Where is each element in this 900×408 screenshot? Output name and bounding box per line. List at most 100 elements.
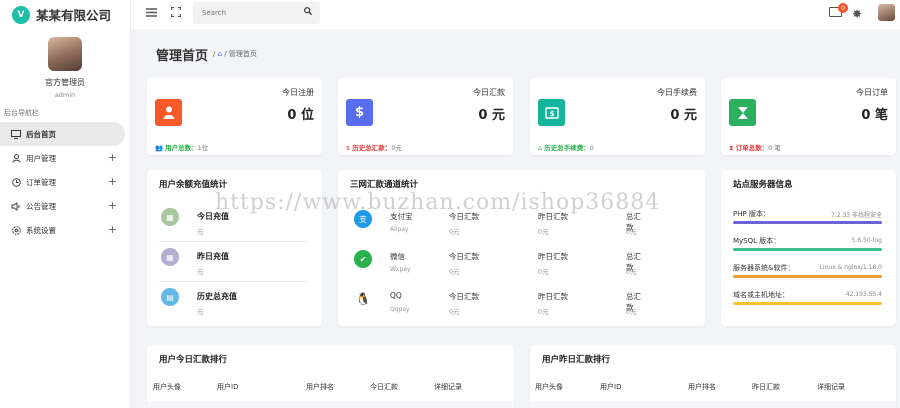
recharge-label: 历史总充值 [197, 292, 237, 301]
server-row: 服务器系统&软件： Linux & nginx/1.18.0 [733, 263, 882, 285]
svg-text:$: $ [549, 110, 554, 118]
recharge-value: 元 [197, 268, 204, 276]
breadcrumb-sep: / [224, 50, 227, 58]
search-icon[interactable] [304, 7, 313, 17]
channel-yest-value: 0元 [538, 228, 549, 236]
header-avatar[interactable] [878, 4, 895, 21]
stat-sub: $ 历史总汇款：0元 [346, 142, 402, 152]
menu-toggle-icon[interactable] [146, 7, 157, 20]
nav-item-orders[interactable]: 订单管理 + [0, 170, 130, 194]
stat-sub-key: 订单总数： [735, 144, 769, 152]
stat-value: 0 笔 [861, 108, 888, 123]
search-input[interactable] [193, 2, 293, 24]
stat-label: 今日订单 [856, 88, 888, 97]
calendar-icon: ▦ [161, 208, 179, 226]
page-title: 管理首页 [156, 49, 209, 64]
recharge-item: ▤ 历史总充值 元 [159, 282, 309, 322]
server-bar [733, 302, 882, 305]
channel-yest-label: 昨日汇款 [538, 252, 568, 261]
nav-section-label: 后台导航栏 [4, 109, 39, 117]
stat-value: 0 位 [287, 108, 314, 123]
yesterday-rank-title: 用户昨日汇款排行 [542, 355, 611, 365]
server-value: 42.193.55.4 [845, 291, 882, 298]
table-header-cell: 用户ID [600, 383, 622, 391]
dollar-small-icon: $ [346, 144, 351, 152]
server-bar [733, 221, 882, 224]
table-header-cell: 用户排名 [688, 383, 716, 391]
today-rank-title: 用户今日汇款排行 [159, 355, 228, 365]
expand-plus-icon[interactable]: + [108, 223, 117, 236]
channels-title: 三网汇款通道统计 [350, 180, 419, 190]
monitor-icon [11, 129, 21, 139]
channel-yest-value: 0元 [538, 308, 549, 316]
stat-sub: ⧗ 订单总数：0 笔 [729, 142, 781, 153]
stat-card-registrations: 今日注册 0 位 👥 用户总数：1位 [147, 78, 322, 155]
stat-card-remittance: 今日汇款 $ 0 元 $ 历史总汇款：0元 [338, 78, 513, 155]
stat-label: 今日注册 [282, 88, 314, 97]
channel-total-value: 0元 [626, 228, 637, 236]
logo[interactable]: V 某某有限公司 [0, 0, 130, 29]
server-title: 站点服务器信息 [733, 180, 793, 190]
stat-sub-key: 历史总汇款： [352, 144, 392, 152]
stat-label: 今日手续费 [657, 88, 697, 97]
expand-plus-icon[interactable]: + [108, 199, 117, 212]
server-value: Linux & nginx/1.18.0 [819, 264, 882, 271]
server-label: 域名或主机地址： [733, 291, 789, 299]
wechat-icon: ✔ [354, 250, 372, 268]
channel-today-label: 今日汇款 [449, 292, 479, 301]
table-header-cell: 详细记录 [434, 383, 462, 391]
channel-sub: Alipay [390, 226, 409, 233]
stat-label: 今日汇款 [473, 88, 505, 97]
profile-role: admin [54, 91, 76, 99]
channel-today-value: 0元 [449, 308, 460, 316]
stat-value: 0 元 [478, 108, 505, 123]
channel-today-label: 今日汇款 [449, 252, 479, 261]
server-bar [733, 275, 882, 278]
nav-item-settings[interactable]: 系统设置 + [0, 218, 130, 242]
nav-label: 系统设置 [26, 225, 56, 235]
channel-yest-value: 0元 [538, 268, 549, 276]
table-header-cell: 用户排名 [306, 383, 334, 391]
table-header-cell: 今日汇款 [370, 383, 398, 391]
nav-item-notices[interactable]: 公告管理 + [0, 194, 130, 218]
table-header-cell: 用户头像 [535, 383, 563, 391]
gear-icon[interactable]: ✸ [852, 7, 862, 21]
channel-today-value: 0元 [449, 268, 460, 276]
channel-total-value: 0元 [626, 268, 637, 276]
channel-today-value: 0元 [449, 228, 460, 236]
expand-plus-icon[interactable]: + [108, 175, 117, 188]
stat-card-orders: 今日订单 0 笔 ⧗ 订单总数：0 笔 [721, 78, 896, 155]
expand-plus-icon[interactable]: + [108, 151, 117, 164]
nav-item-users[interactable]: 用户管理 + [0, 146, 130, 170]
users-icon: 👥 [155, 144, 164, 152]
table-header-cell: 用户ID [217, 383, 239, 391]
table-row-bg [530, 401, 896, 408]
clock-icon [11, 177, 21, 187]
user-icon [155, 99, 182, 126]
speaker-icon [11, 201, 21, 211]
watermark: https://www.buzhan.com/ishop36884 [215, 190, 661, 215]
channel-row: ✔ 微信 Wxpay 今日汇款 0元 昨日汇款 0元 总汇款 0元 [350, 242, 645, 282]
bank-icon: ⌂ [538, 144, 543, 152]
stat-sub-value: 0元 [391, 144, 402, 152]
app-title: 某某有限公司 [36, 8, 112, 23]
table-header-cell: 昨日汇款 [752, 383, 780, 391]
stat-sub-value: 1位 [197, 144, 209, 152]
fullscreen-icon[interactable] [170, 6, 182, 20]
server-bar [733, 248, 882, 251]
nav-item-home[interactable]: 后台首页 [0, 122, 125, 146]
sidebar: V 某某有限公司 官方管理员 admin 后台导航栏 后台首页 用户管理 + 订… [0, 0, 131, 408]
mail-badge: 0 [838, 3, 848, 13]
server-row: MySQL 版本： 5.6.50-log [733, 236, 882, 258]
stat-sub-value: 0 [589, 144, 594, 152]
logo-icon: V [12, 5, 30, 24]
dollar-icon: $ [346, 99, 373, 126]
money-icon: $ [538, 99, 565, 126]
stat-sub: 👥 用户总数：1位 [155, 142, 208, 152]
recharge-value: 元 [197, 228, 204, 236]
channel-yest-label: 昨日汇款 [538, 292, 568, 301]
channel-name: 微信 [390, 252, 405, 261]
server-row: PHP 版本： 7.2.33 非线程安全 [733, 209, 882, 231]
profile-avatar[interactable] [48, 37, 82, 71]
recharge-item: ▦ 昨日充值 元 [159, 242, 309, 282]
